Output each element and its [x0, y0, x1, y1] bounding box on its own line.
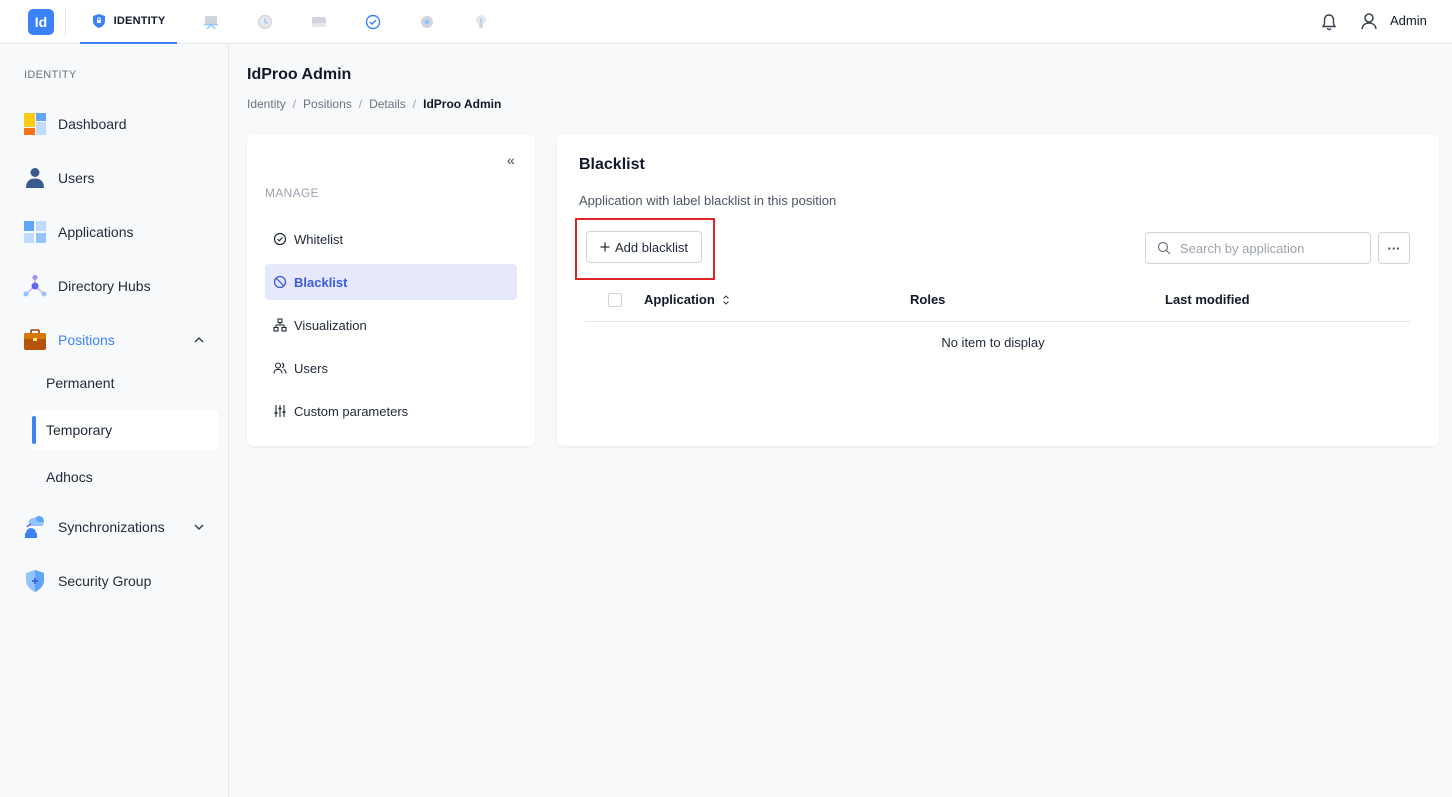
clock-check-icon[interactable]	[363, 12, 383, 32]
select-all-checkbox[interactable]	[608, 293, 622, 307]
sidebar-item-label: Dashboard	[58, 116, 127, 132]
menu-item-visualization[interactable]: Visualization	[265, 307, 517, 343]
breadcrumb: Identity / Positions / Details / IdProo …	[247, 97, 501, 111]
chevron-up-icon[interactable]	[192, 333, 206, 347]
storage-icon[interactable]	[309, 12, 329, 32]
user-avatar-icon[interactable]	[1360, 11, 1378, 31]
sidebar-item-synchronizations[interactable]: Synchronizations	[0, 507, 228, 547]
sidebar-item-applications[interactable]: Applications	[0, 212, 228, 252]
check-circle-icon	[273, 232, 287, 246]
tab-identity[interactable]: IDENTITY	[80, 0, 177, 44]
top-nav-bar: Id IDENTITY Admin	[0, 0, 1452, 44]
breadcrumb-item[interactable]: Identity	[247, 97, 286, 111]
column-header-application[interactable]: Application	[644, 292, 715, 307]
sidebar-section-label: IDENTITY	[24, 69, 77, 81]
sidebar-item-label: Applications	[58, 224, 134, 240]
search-input[interactable]	[1180, 238, 1360, 258]
sidebar-item-label: Synchronizations	[58, 519, 165, 535]
gear-icon[interactable]	[417, 12, 437, 32]
sidebar: IDENTITY Dashboard Users Applications Di…	[0, 44, 229, 797]
menu-item-label: Users	[294, 360, 328, 376]
chevron-down-icon[interactable]	[192, 520, 206, 534]
sidebar-subitem-label: Permanent	[46, 375, 115, 391]
column-header-last-modified: Last modified	[1165, 292, 1250, 307]
column-header-roles: Roles	[910, 292, 946, 307]
menu-item-label: Whitelist	[294, 231, 344, 247]
ban-icon	[273, 275, 287, 289]
divider	[65, 8, 66, 36]
add-blacklist-label: Add blacklist	[615, 239, 688, 255]
sidebar-item-label: Directory Hubs	[58, 278, 151, 294]
user-icon	[26, 168, 44, 188]
sidebar-subitem-adhocs[interactable]: Adhocs	[32, 457, 218, 497]
breadcrumb-separator: /	[358, 97, 363, 111]
blacklist-card: Blacklist Application with label blackli…	[557, 134, 1439, 446]
sidebar-subitem-label: Temporary	[46, 422, 113, 438]
menu-item-users[interactable]: Users	[265, 350, 517, 386]
sidebar-item-label: Users	[58, 170, 95, 186]
menu-item-blacklist[interactable]: Blacklist	[265, 264, 517, 300]
plus-icon	[600, 242, 610, 252]
shield-icon	[92, 14, 105, 28]
add-blacklist-button[interactable]: Add blacklist	[586, 231, 702, 263]
applications-icon	[24, 221, 46, 243]
section-description: Application with label blacklist in this…	[579, 193, 837, 208]
sliders-icon	[274, 405, 286, 417]
dashboard-icon	[24, 113, 46, 135]
collapse-icon[interactable]: «	[507, 152, 515, 168]
sidebar-item-label: Security Group	[58, 573, 152, 589]
sidebar-subitem-permanent[interactable]: Permanent	[32, 363, 218, 403]
manage-menu-card: « MANAGE Whitelist Blacklist Visualizati…	[247, 134, 535, 446]
user-name[interactable]: Admin	[1390, 13, 1427, 28]
search-box[interactable]	[1145, 232, 1371, 264]
breadcrumb-separator: /	[292, 97, 297, 111]
shield-icon	[26, 570, 44, 592]
sidebar-subitem-label: Adhocs	[46, 469, 93, 485]
menu-item-custom-parameters[interactable]: Custom parameters	[265, 393, 517, 429]
sidebar-subitem-temporary[interactable]: Temporary	[32, 410, 218, 450]
menu-item-whitelist[interactable]: Whitelist	[265, 221, 517, 257]
sidebar-item-directory-hubs[interactable]: Directory Hubs	[0, 266, 228, 306]
history-icon[interactable]	[255, 12, 275, 32]
tab-identity-label: IDENTITY	[113, 15, 166, 27]
breadcrumb-item[interactable]: Details	[369, 97, 406, 111]
more-options-button[interactable]: ···	[1378, 232, 1410, 264]
bell-icon[interactable]	[1320, 12, 1338, 32]
section-title: Blacklist	[579, 156, 645, 173]
breadcrumb-current: IdProo Admin	[423, 97, 502, 111]
app-logo[interactable]: Id	[28, 9, 54, 35]
menu-item-label: Visualization	[294, 317, 367, 333]
sidebar-item-label: Positions	[58, 332, 115, 348]
presentation-icon[interactable]	[201, 12, 221, 32]
manage-section-label: MANAGE	[265, 186, 319, 200]
sidebar-item-security-group[interactable]: Security Group	[0, 561, 228, 601]
briefcase-icon	[24, 329, 46, 350]
sidebar-item-users[interactable]: Users	[0, 158, 228, 198]
menu-item-label: Custom parameters	[294, 403, 409, 419]
sidebar-item-positions[interactable]: Positions	[0, 320, 228, 360]
cloud-sync-icon	[25, 516, 44, 538]
empty-state-text: No item to display	[941, 335, 1045, 350]
breadcrumb-separator: /	[412, 97, 417, 111]
lightbulb-icon[interactable]	[471, 12, 491, 32]
users-icon	[273, 362, 287, 374]
sort-icon[interactable]	[722, 294, 730, 306]
directory-hub-icon	[23, 275, 47, 297]
breadcrumb-item[interactable]: Positions	[303, 97, 352, 111]
table-header: Application Roles Last modified	[585, 284, 1410, 322]
sidebar-item-dashboard[interactable]: Dashboard	[0, 104, 228, 144]
menu-item-label: Blacklist	[294, 274, 348, 290]
page-title: IdProo Admin	[247, 66, 352, 83]
hierarchy-icon	[273, 318, 287, 332]
search-icon	[1157, 241, 1171, 255]
